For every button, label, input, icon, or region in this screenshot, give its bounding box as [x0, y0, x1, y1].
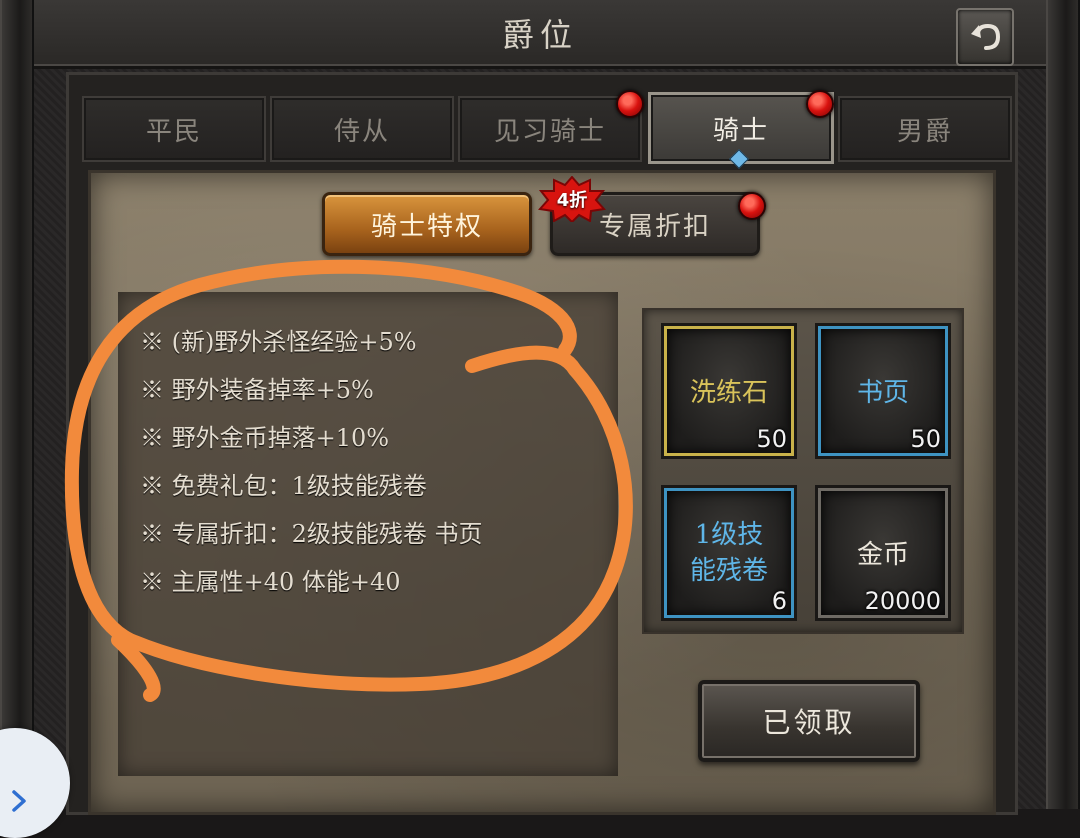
- reward-name: 洗练石: [689, 378, 768, 408]
- tab-civilian[interactable]: 平民: [82, 96, 266, 162]
- reward-count: 20000: [864, 587, 941, 615]
- list-item: ※ 专属折扣：2级技能残卷 书页: [140, 520, 483, 548]
- notification-dot: [738, 192, 766, 220]
- frame-pillar-right: [1046, 0, 1080, 809]
- page-title: 爵位: [501, 16, 578, 54]
- reward-name: 1级技: [694, 520, 764, 550]
- reward-item-gold[interactable]: 金币 20000: [818, 488, 948, 618]
- list-item: ※ 野外金币掉落+10%: [140, 424, 390, 452]
- reward-item-book-page[interactable]: 书页 50: [818, 326, 948, 456]
- reward-count: 6: [771, 587, 787, 615]
- list-item: ※ 野外装备掉率+5%: [140, 376, 374, 404]
- reward-count: 50: [910, 425, 941, 453]
- chevron-right-icon: [12, 790, 26, 812]
- reward-item-refining-stone[interactable]: 洗练石 50: [664, 326, 794, 456]
- tab-squire[interactable]: 侍从: [270, 96, 454, 162]
- reward-name: 书页: [856, 378, 909, 408]
- reward-name: 金币: [856, 540, 909, 570]
- discount-badge-text: 4折: [556, 190, 588, 211]
- list-item: ※ 免费礼包：1级技能残卷: [140, 472, 427, 500]
- discount-badge: 4折: [538, 176, 606, 222]
- reward-count: 50: [756, 425, 787, 453]
- reward-item-skill-scroll[interactable]: 1级技 能残卷 6: [664, 488, 794, 618]
- list-item: ※ (新)野外杀怪经验+5%: [140, 328, 417, 356]
- tab-baron[interactable]: 男爵: [838, 96, 1012, 162]
- tab-apprentice-knight[interactable]: 见习骑士: [458, 96, 642, 162]
- claimed-button[interactable]: 已领取: [698, 680, 920, 762]
- notification-dot: [616, 90, 644, 118]
- frame-pillar-left: [0, 0, 34, 809]
- subtab-knight-privileges[interactable]: 骑士特权: [322, 192, 532, 256]
- notification-dot: [806, 90, 834, 118]
- back-button[interactable]: [956, 8, 1014, 66]
- reward-name: 能残卷: [689, 556, 768, 586]
- list-item: ※ 主属性+40 体能+40: [140, 568, 401, 596]
- back-arrow-icon: [971, 23, 1001, 50]
